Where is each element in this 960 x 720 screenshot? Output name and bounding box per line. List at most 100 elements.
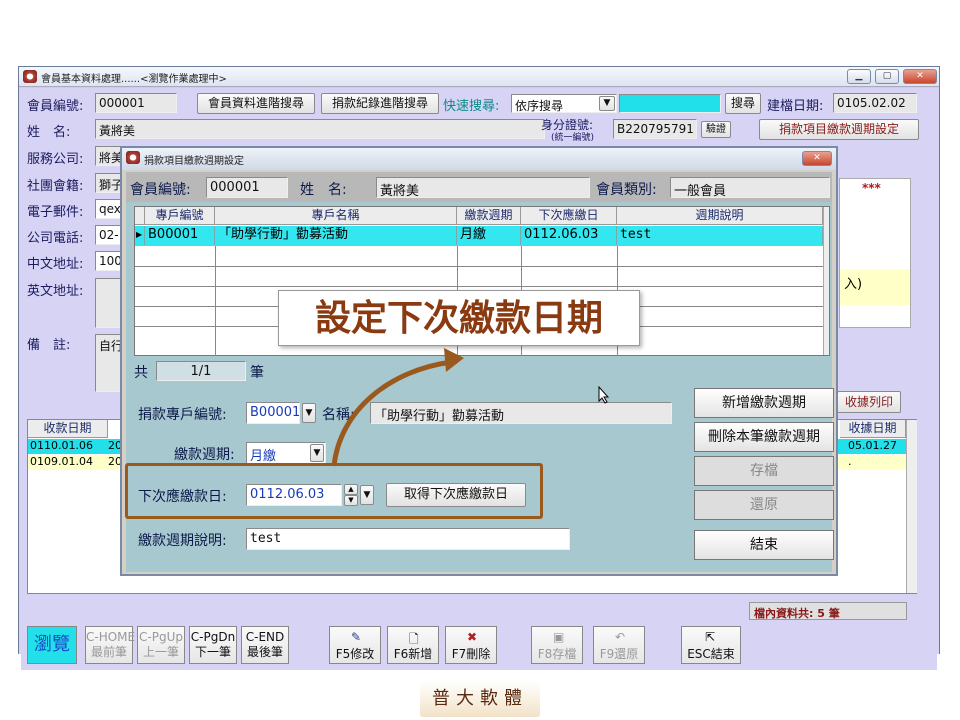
row-pointer-icon: ▶ [135,226,145,245]
grid-divider [215,246,216,356]
member-adv-search-button[interactable]: 會員資料進階搜尋 [197,93,315,114]
donation-scrollbar[interactable] [906,420,917,593]
edit-icon: ✎ [351,630,362,644]
grid-header-next-date: 下次應繳日 [521,207,617,225]
member-no-field[interactable]: 000001 [95,93,177,113]
dialog-save-button[interactable]: 存檔 [694,456,834,486]
verify-button[interactable]: 驗證 [701,121,731,138]
dialog-member-no-field[interactable]: 000001 [206,177,288,198]
exit-door-icon: ⇱ [705,630,716,644]
cycle-desc-field[interactable]: test [246,528,570,550]
cycle-desc-label: 繳款週期說明: [138,533,227,549]
donation-header-date: 收款日期 [28,420,108,438]
dialog-title-bar: 捐款項目繳款週期設定 ✕ [122,148,836,170]
en-address-label: 英文地址: [27,284,84,299]
cell-next-date: 0112.06.03 [521,226,617,245]
cell-cycle: 月繳 [457,226,521,245]
record-count-status: 檔內資料共: 5 筆 [749,602,907,620]
stars-text: *** [862,181,881,195]
company-logo: 普大軟體 [420,681,540,717]
quick-search-input[interactable] [619,94,721,113]
dialog-app-icon [126,151,140,164]
grid-header-account-no: 專戶編號 [145,207,215,225]
club-label: 社團會籍: [27,179,84,194]
grid-header-cycle: 繳款週期 [457,207,521,225]
dialog-title-text: 捐款項目繳款週期設定 [144,156,244,167]
dialog-member-no-label: 會員編號: [130,182,191,198]
app-icon [23,70,37,83]
new-page-icon: 🗋 [409,632,419,646]
count-suffix: 筆 [250,365,264,381]
dialog-close-button[interactable]: 結束 [694,530,834,560]
cell-account-no: B00001 [145,226,215,245]
delete-cycle-button[interactable]: 刪除本筆繳款週期 [694,422,834,452]
account-no-field[interactable]: B00001 [246,402,300,424]
phone-label: 公司電話: [27,231,84,246]
note-label: 備 註: [27,338,71,353]
table-row[interactable]: ▶ B00001 「助學行動」勸募活動 月繳 0112.06.03 test [135,226,823,246]
undo-icon: ↶ [615,630,626,644]
email-label: 電子郵件: [27,205,84,220]
grid-corner [135,207,145,225]
account-no-label: 捐款專戶編號: [138,407,227,423]
cn-address-label: 中文地址: [27,257,84,272]
name-field[interactable]: 黃將美 [95,119,545,139]
donation-adv-search-button[interactable]: 捐款紀錄進階搜尋 [321,93,439,114]
highlight-box [125,463,543,519]
account-dropdown-icon[interactable]: ▼ [302,403,316,423]
grid-header-account-name: 專戶名稱 [215,207,457,225]
count-prefix: 共 [134,365,148,381]
search-button[interactable]: 搜尋 [725,93,761,114]
donation-date-cell: 0109.01.04 [30,455,93,468]
prev-record-button[interactable]: C-PgUp 上一筆 [137,626,185,664]
dialog-name-label: 姓 名: [300,182,347,198]
created-date-field[interactable]: 0105.02.02 [833,93,917,113]
main-title-text: 會員基本資料處理......<瀏覽作業處理中> [41,74,227,85]
close-icon[interactable]: ✕ [903,69,937,84]
maximize-icon[interactable]: ▢ [875,69,899,84]
donation-receipt-cell: 05.01.27 [848,439,897,452]
donation-date-cell: 0110.01.06 [30,439,93,452]
add-cycle-button[interactable]: 新增繳款週期 [694,388,834,418]
count-value: 1/1 [156,361,246,381]
receipt-print-button[interactable]: 收據列印 [837,391,901,413]
grid-divider [135,286,825,287]
disk-icon: ▣ [553,630,565,644]
callout-label: 設定下次繳款日期 [278,290,640,346]
grid-header-desc: 週期說明 [617,207,823,225]
dialog-name-field[interactable]: 黃將美 [376,177,590,198]
cycle-label: 繳款週期: [174,447,235,463]
name-label: 姓 名: [27,125,71,140]
bottom-toolbar: 瀏覽 C-HOME 最前筆 C-PgUp 上一筆 C-PgDn 下一筆 C-EN… [21,620,937,670]
dialog-member-type-label: 會員類別: [596,182,657,198]
browse-button[interactable]: 瀏覽 [27,626,77,664]
id-field[interactable]: B220795791 [613,119,697,139]
donation-receipt-cell: . [848,455,852,468]
first-record-button[interactable]: C-HOME 最前筆 [85,626,135,664]
donation-header-receipt: 收據日期 [840,420,906,438]
minimize-icon[interactable]: ▁ [847,69,871,84]
callout-arrow-icon [331,348,464,467]
dialog-member-type-field[interactable]: 一般會員 [670,177,830,198]
cycle-setting-button[interactable]: 捐款項目繳款週期設定 [759,119,919,140]
cell-account-name: 「助學行動」勸募活動 [215,226,457,245]
dialog-restore-button[interactable]: 還原 [694,490,834,520]
chevron-down-icon[interactable]: ▼ [599,96,615,111]
yellow-note: 入) [840,269,910,305]
member-no-label: 會員編號: [27,99,84,114]
mouse-cursor-icon [598,386,610,404]
right-panel: *** 入) [839,178,911,328]
grid-scrollbar[interactable] [823,207,829,355]
created-date-label: 建檔日期: [767,99,824,114]
dialog-close-icon[interactable]: ✕ [802,151,832,166]
main-title-bar: 會員基本資料處理......<瀏覽作業處理中> ▁ ▢ ✕ [19,67,939,87]
grid-divider [135,266,825,267]
company-label: 服務公司: [27,152,84,167]
quick-search-label: 快速搜尋: [443,99,500,114]
delete-icon: ✖ [467,630,478,644]
last-record-button[interactable]: C-END 最後筆 [241,626,289,664]
next-record-button[interactable]: C-PgDn 下一筆 [189,626,237,664]
id-sub-label: (統一編號) [551,133,595,143]
cell-desc: test [617,226,823,245]
dialog-header-row: 會員編號: 000001 姓 名: 黃將美 會員類別: 一般會員 [126,172,832,202]
